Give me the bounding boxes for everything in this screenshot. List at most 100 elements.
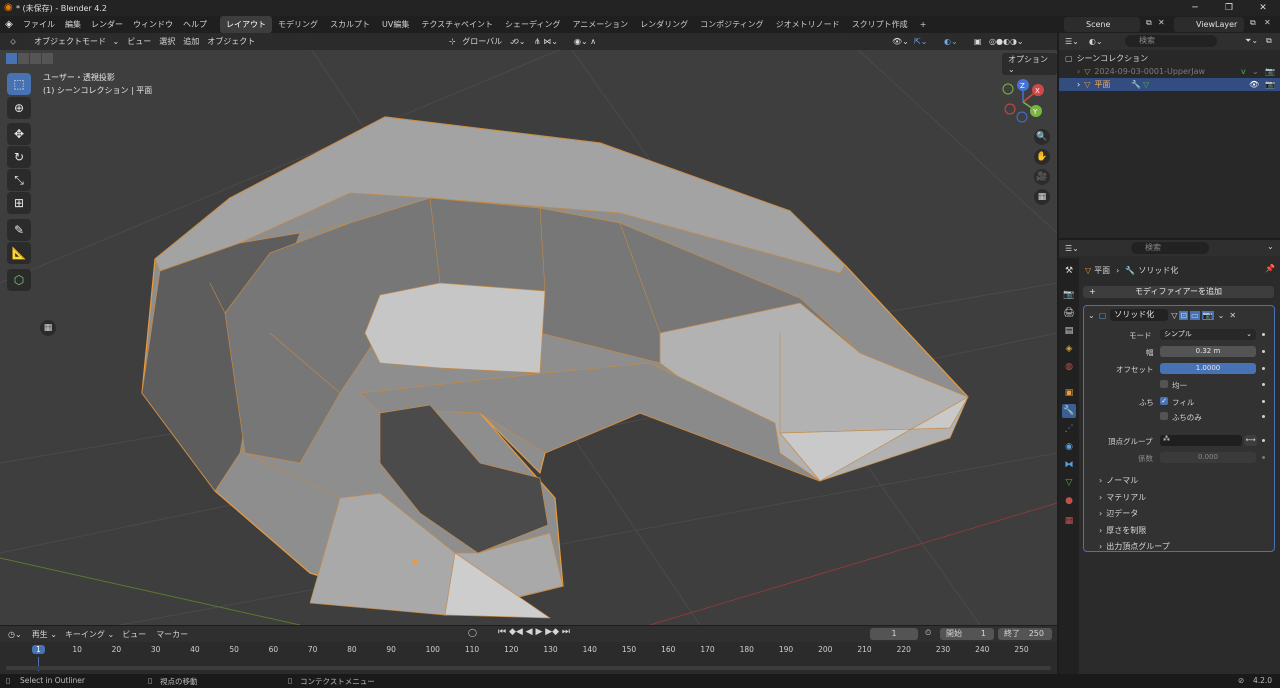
select-new-icon[interactable]: [6, 53, 17, 64]
current-frame-marker[interactable]: 1: [32, 645, 45, 654]
toolbar-toggle-icon[interactable]: ▦: [40, 320, 56, 336]
texture-tab-icon[interactable]: ▦: [1062, 514, 1076, 528]
delete-scene-icon[interactable]: ✕: [1158, 18, 1165, 27]
maximize-button[interactable]: ❐: [1212, 0, 1246, 16]
render-tab-icon[interactable]: 📷: [1062, 288, 1076, 302]
gizmo-toggle-icon[interactable]: ⇱⌄: [910, 33, 931, 50]
select-intersect-icon[interactable]: [42, 53, 53, 64]
animate-dot[interactable]: [1262, 456, 1265, 459]
menu-object[interactable]: オブジェクト: [203, 36, 259, 47]
record-icon[interactable]: ◯: [468, 628, 477, 637]
select-box-tool[interactable]: ⬚: [7, 73, 31, 95]
remove-modifier-icon[interactable]: ✕: [1229, 311, 1236, 320]
proportional-edit-icon[interactable]: ◉⌄ ∧: [570, 33, 600, 50]
navigation-gizmo[interactable]: X Y Z: [998, 77, 1048, 127]
minimize-button[interactable]: ─: [1178, 0, 1212, 16]
properties-type-icon[interactable]: ☰⌄: [1065, 244, 1079, 253]
keying-menu[interactable]: キーイング ⌄: [65, 629, 114, 640]
tab-uv[interactable]: UV編集: [376, 16, 415, 33]
viewport-canvas[interactable]: [0, 33, 1057, 625]
offset-field[interactable]: 1.0000: [1160, 363, 1256, 374]
pin-icon[interactable]: 📌: [1265, 264, 1275, 273]
factor-field[interactable]: 0.000: [1160, 452, 1256, 463]
modifier-menu-icon[interactable]: ⌄: [1218, 311, 1225, 320]
overlay-toggle-icon[interactable]: ◐⌄: [940, 33, 962, 50]
snap-icon[interactable]: ⋔ ⋈⌄: [530, 33, 562, 50]
playback-menu[interactable]: 再生 ⌄: [32, 629, 57, 640]
tab-shading[interactable]: シェーディング: [499, 16, 566, 33]
panel-edge-data[interactable]: › 辺データ: [1084, 507, 1274, 519]
animate-dot[interactable]: [1262, 333, 1265, 336]
scale-tool[interactable]: ⤡: [7, 169, 31, 191]
outliner-search-input[interactable]: 検索: [1125, 35, 1217, 47]
animate-dot[interactable]: [1262, 400, 1265, 403]
physics-tab-icon[interactable]: ◉: [1062, 440, 1076, 454]
modifier-name-input[interactable]: ソリッド化: [1110, 309, 1169, 321]
tab-rendering[interactable]: レンダリング: [634, 16, 694, 33]
modifier-tab-icon[interactable]: 🔧: [1062, 404, 1076, 418]
tool-tab-icon[interactable]: ⚒: [1062, 264, 1076, 278]
tab-modeling[interactable]: モデリング: [272, 16, 324, 33]
new-view-layer-icon[interactable]: ⧉: [1250, 18, 1256, 28]
measure-tool[interactable]: 📐: [7, 242, 31, 264]
perspective-toggle-icon[interactable]: ▦: [1034, 189, 1050, 205]
tab-animation[interactable]: アニメーション: [566, 16, 634, 33]
menu-edit[interactable]: 編集: [60, 16, 86, 33]
xray-toggle-icon[interactable]: ▣: [970, 33, 986, 50]
select-extend-icon[interactable]: [18, 53, 29, 64]
editor-type-icon[interactable]: ⬦: [0, 37, 26, 47]
render-icon[interactable]: 📷: [1265, 80, 1275, 89]
clock-icon[interactable]: ⏲: [925, 628, 931, 638]
outliner-item[interactable]: › ▽ 2024-09-03-0001-UpperJaw ⅴ ⌄ 📷: [1059, 65, 1280, 78]
tab-sculpt[interactable]: スカルプト: [324, 16, 376, 33]
object-tab-icon[interactable]: ▣: [1062, 386, 1076, 400]
tab-geometry-nodes[interactable]: ジオメトリノード: [770, 16, 846, 33]
tab-texture-paint[interactable]: テクスチャペイント: [415, 16, 499, 33]
animate-dot[interactable]: [1262, 439, 1265, 442]
outliner-type-icon[interactable]: ☰⌄: [1065, 37, 1079, 46]
viewport-toggle-icon[interactable]: ▭: [1190, 310, 1200, 320]
outliner-item-selected[interactable]: › ▽ 平面 🔧 ▽ 👁 📷: [1059, 78, 1280, 91]
vertex-group-field[interactable]: ⁂: [1160, 435, 1242, 446]
tab-compositing[interactable]: コンポジティング: [694, 16, 770, 33]
frame-ruler[interactable]: 1 10 20 30 40 50 60 70 80 90 100 110 120 130 140 150 160…: [0, 642, 1057, 674]
options-chevron-icon[interactable]: ⌄: [1267, 242, 1274, 251]
scene-tab-icon[interactable]: ◈: [1062, 342, 1076, 356]
render-toggle-icon[interactable]: 📷: [1201, 310, 1214, 320]
rotate-tool[interactable]: ↻: [7, 146, 31, 168]
current-frame-field[interactable]: 1: [870, 628, 918, 640]
collapse-chevron-icon[interactable]: ⌄: [1088, 311, 1095, 320]
close-window-button[interactable]: ✕: [1246, 0, 1280, 16]
start-frame-field[interactable]: 開始 1: [940, 628, 994, 640]
cage-toggle-icon[interactable]: ⊡: [1179, 310, 1189, 320]
menu-window[interactable]: ウィンドウ: [128, 16, 178, 33]
fill-checkbox[interactable]: ✓: [1160, 397, 1168, 405]
edit-mode-toggle-icon[interactable]: ▽: [1171, 311, 1177, 320]
mode-selector[interactable]: オブジェクトモード ⌄: [26, 36, 124, 47]
transform-tool[interactable]: ⊞: [7, 192, 31, 214]
menu-help[interactable]: ヘルプ: [178, 16, 212, 33]
move-tool[interactable]: ✥: [7, 123, 31, 145]
render-icon[interactable]: 📷: [1265, 67, 1275, 76]
timeline-view-menu[interactable]: ビュー: [122, 629, 146, 640]
expand-icon[interactable]: ›: [1077, 67, 1080, 76]
output-tab-icon[interactable]: 🖨: [1062, 306, 1076, 320]
display-mode-icon[interactable]: ◐⌄: [1089, 37, 1103, 46]
rim-only-checkbox[interactable]: [1160, 412, 1168, 420]
options-dropdown[interactable]: オプション ⌄: [1002, 53, 1057, 75]
material-tab-icon[interactable]: ●: [1062, 494, 1076, 508]
tab-scripting[interactable]: スクリプト作成: [846, 16, 914, 33]
add-modifier-button[interactable]: + モディファイアーを追加: [1083, 286, 1274, 298]
delete-view-layer-icon[interactable]: ✕: [1264, 18, 1271, 27]
timeline-type-icon[interactable]: ◷⌄: [8, 630, 22, 639]
eye-icon[interactable]: 👁: [1249, 80, 1259, 89]
3d-viewport[interactable]: ⬦ オブジェクトモード ⌄ ビュー 選択 追加 オブジェクト ⊹ グローバル ⌄…: [0, 33, 1057, 625]
panel-normals[interactable]: › ノーマル: [1084, 474, 1274, 486]
menu-render[interactable]: レンダー: [86, 16, 128, 33]
animate-dot[interactable]: [1262, 415, 1265, 418]
mode-dropdown[interactable]: シンプル ⌄: [1160, 329, 1256, 340]
width-field[interactable]: 0.32 m: [1160, 346, 1256, 357]
new-scene-icon[interactable]: ⧉: [1146, 18, 1152, 28]
camera-view-icon[interactable]: 🎥: [1034, 169, 1050, 185]
filter-icon[interactable]: ⏷⌄: [1245, 36, 1258, 46]
